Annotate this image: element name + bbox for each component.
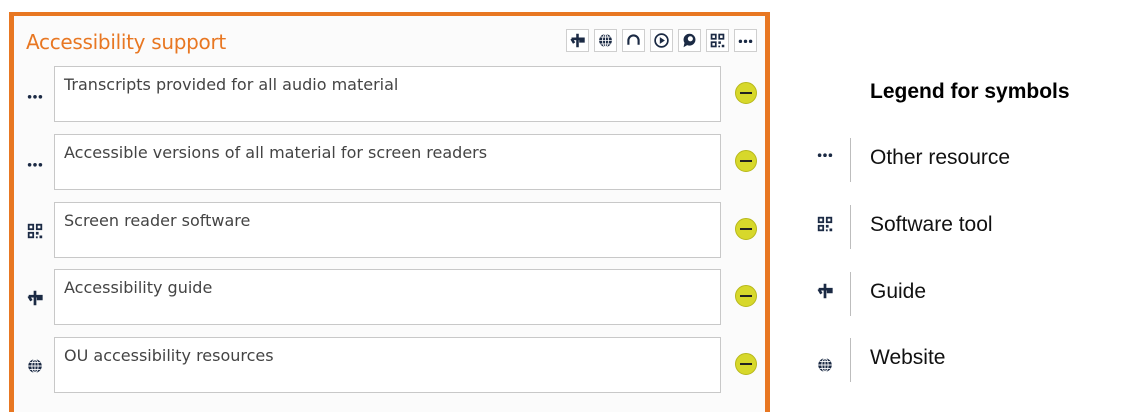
add-chat-button[interactable] (678, 29, 701, 52)
guide-icon (570, 33, 585, 48)
remove-resource-button[interactable] (735, 150, 757, 172)
add-other-resource-button[interactable] (734, 29, 757, 52)
legend-item-website: Website (812, 338, 1142, 382)
qr-icon (710, 33, 725, 48)
legend-divider (850, 205, 851, 249)
legend-item-guide: Guide (812, 272, 1142, 316)
accessibility-support-panel: Accessibility support Transcripts provid… (9, 12, 770, 412)
legend-divider (850, 272, 851, 316)
legend-label: Guide (870, 280, 927, 303)
guide-icon (26, 289, 44, 307)
add-website-button[interactable] (594, 29, 617, 52)
legend-item-software-tool: Software tool (812, 205, 1142, 249)
resource-row: Screen reader software (14, 202, 765, 260)
remove-resource-button[interactable] (735, 285, 757, 307)
resource-row: Accessible versions of all material for … (14, 134, 765, 192)
website-icon (599, 33, 612, 48)
legend-label: Other resource (870, 146, 1011, 169)
legend-item-other-resource: Other resource (812, 138, 1142, 182)
more-icon (26, 154, 44, 172)
qr-icon (816, 215, 834, 233)
play-icon (654, 33, 669, 48)
add-video-button[interactable] (650, 29, 673, 52)
resource-row: Accessibility guide (14, 269, 765, 327)
resource-row: Transcripts provided for all audio mater… (14, 66, 765, 124)
resource-text-field[interactable]: Transcripts provided for all audio mater… (54, 66, 721, 122)
resource-text-field[interactable]: Accessibility guide (54, 269, 721, 325)
more-icon (816, 148, 834, 166)
remove-resource-button[interactable] (735, 353, 757, 375)
legend-label: Website (870, 346, 946, 369)
legend-divider (850, 138, 851, 182)
chat-icon (683, 33, 696, 48)
legend-divider (850, 338, 851, 382)
panel-top-border (14, 12, 765, 16)
audio-icon (627, 34, 640, 45)
website-icon (26, 357, 44, 375)
add-software-tool-button[interactable] (706, 29, 729, 52)
qr-icon (26, 222, 44, 240)
panel-title: Accessibility support (26, 30, 226, 54)
guide-icon (816, 282, 834, 300)
remove-resource-button[interactable] (735, 218, 757, 240)
more-icon (26, 86, 44, 104)
legend-label: Software tool (870, 213, 993, 236)
resource-toolbar (566, 29, 757, 52)
resource-row: OU accessibility resources (14, 337, 765, 395)
add-guide-button[interactable] (566, 29, 589, 52)
resource-text-field[interactable]: Screen reader software (54, 202, 721, 258)
add-audio-button[interactable] (622, 29, 645, 52)
website-icon (816, 356, 834, 374)
resource-text-field[interactable]: Accessible versions of all material for … (54, 134, 721, 190)
resource-text-field[interactable]: OU accessibility resources (54, 337, 721, 393)
more-icon (738, 39, 753, 44)
remove-resource-button[interactable] (735, 82, 757, 104)
legend-title: Legend for symbols (870, 80, 1070, 103)
